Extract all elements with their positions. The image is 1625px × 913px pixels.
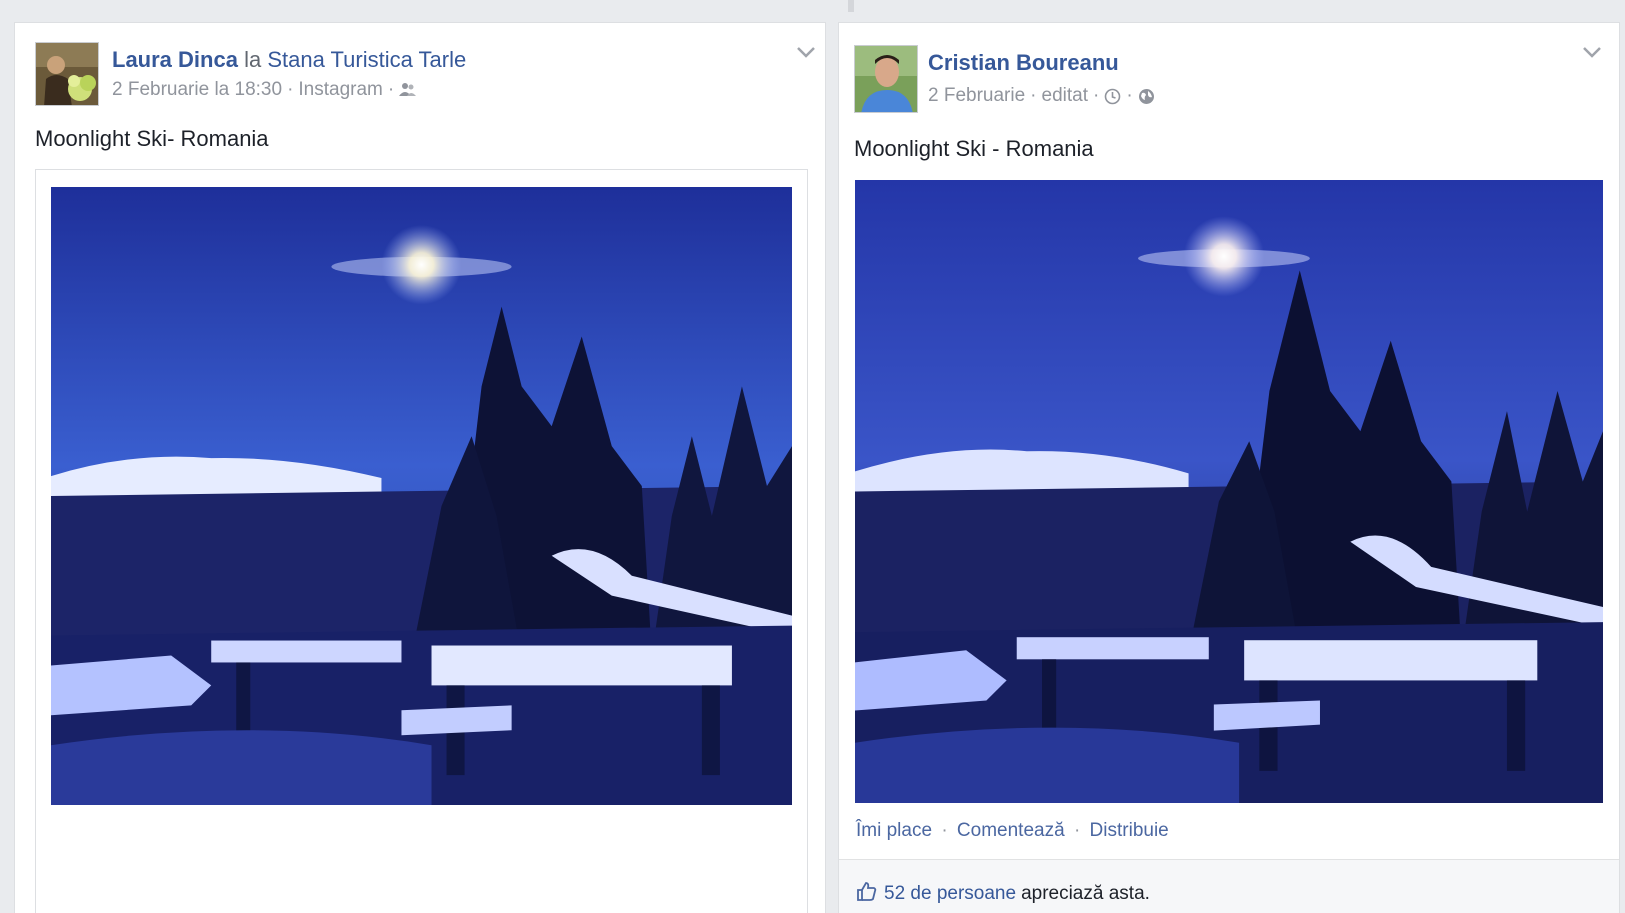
meta-separator: ·: [287, 79, 294, 100]
chevron-down-icon[interactable]: [795, 43, 817, 61]
avatar-image: [36, 43, 98, 105]
meta-separator: ·: [387, 79, 395, 100]
post-photo[interactable]: [855, 180, 1603, 803]
post-card: Laura Dinca la Stana Turistica Tarle 2 F…: [14, 22, 826, 913]
likes-summary-bar: 52 de persoane apreciază asta.: [839, 859, 1619, 913]
post-text: Moonlight Ski- Romania: [35, 126, 269, 151]
share-link[interactable]: Distribuie: [1090, 820, 1169, 841]
meta-separator: ·: [1030, 85, 1037, 106]
post-actions: Îmi place · Comentează · Distribuie: [856, 820, 1169, 842]
comment-link[interactable]: Comentează: [957, 820, 1065, 841]
globe-icon[interactable]: [1138, 88, 1155, 105]
likes-summary: 52 de persoane apreciază asta.: [856, 880, 1150, 908]
avatar-image: [855, 46, 917, 112]
post-header: Cristian Boureanu: [928, 50, 1119, 76]
action-separator: ·: [1073, 820, 1081, 841]
like-link[interactable]: Îmi place: [856, 820, 932, 841]
post-card: Cristian Boureanu 2 Februarie · editat ·…: [838, 22, 1620, 913]
meta-separator: ·: [1126, 85, 1133, 106]
post-meta: 2 Februarie · editat · ·: [928, 85, 1155, 107]
author-name[interactable]: Cristian Boureanu: [928, 50, 1119, 75]
post-date[interactable]: 2 Februarie: [928, 85, 1025, 107]
thumbs-up-icon: [856, 880, 878, 908]
friends-icon[interactable]: [399, 82, 417, 98]
scroll-divider: [848, 0, 854, 12]
place-link[interactable]: Stana Turistica Tarle: [267, 47, 466, 72]
edited-label[interactable]: editat: [1042, 85, 1088, 107]
post-header: Laura Dinca la Stana Turistica Tarle: [112, 47, 466, 73]
post-date[interactable]: 2 Februarie la 18:30: [112, 79, 282, 101]
meta-separator: ·: [1092, 85, 1100, 106]
author-name[interactable]: Laura Dinca: [112, 47, 238, 72]
at-label: la: [244, 47, 262, 72]
likes-suffix: apreciază asta.: [1021, 883, 1150, 904]
clock-icon[interactable]: [1104, 88, 1121, 105]
author-avatar[interactable]: [854, 45, 918, 113]
post-photo[interactable]: [51, 187, 792, 805]
post-meta: 2 Februarie la 18:30 · Instagram ·: [112, 79, 417, 101]
chevron-down-icon[interactable]: [1581, 43, 1603, 61]
action-separator: ·: [941, 820, 948, 841]
post-text: Moonlight Ski - Romania: [854, 136, 1094, 161]
post-source[interactable]: Instagram: [298, 79, 382, 101]
likes-count-link[interactable]: 52 de persoane: [884, 883, 1016, 905]
author-avatar[interactable]: [35, 42, 99, 106]
